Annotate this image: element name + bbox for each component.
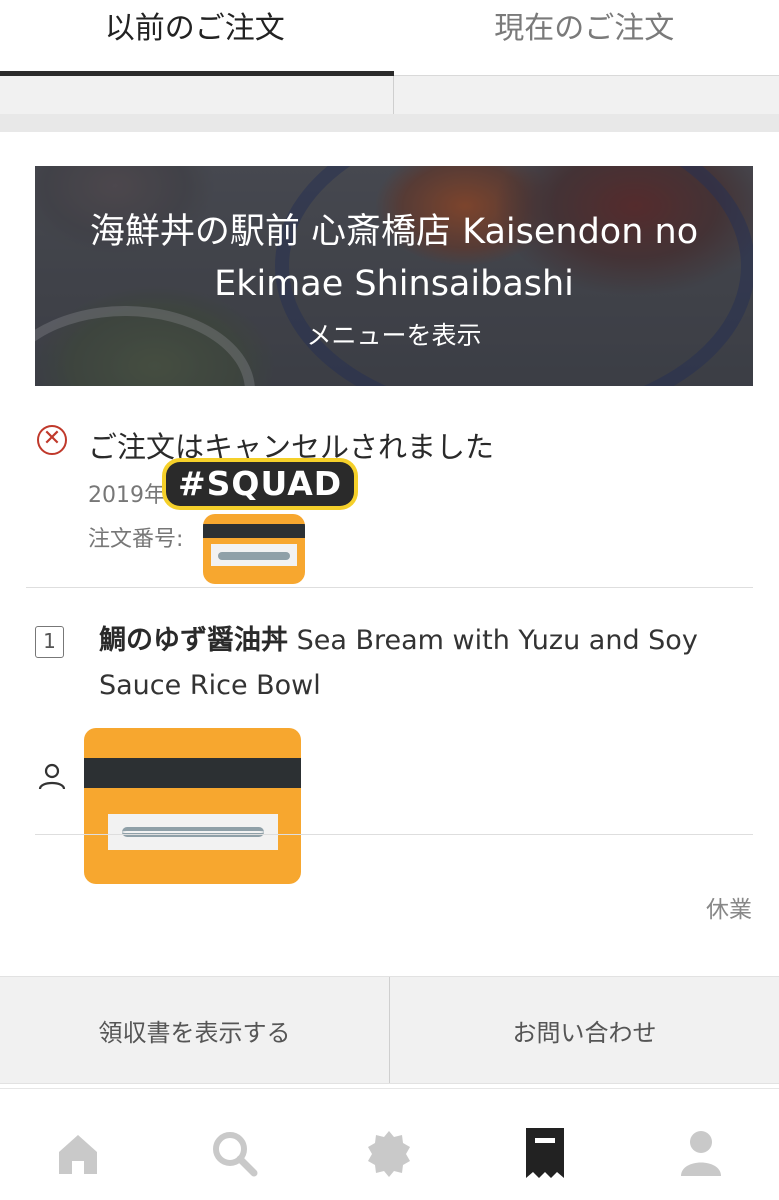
order-date: 2019年 [88,483,166,508]
section-divider [35,834,753,835]
cancelled-icon: ✕ [37,425,67,455]
order-actions: 領収書を表示する お問い合わせ [0,976,779,1084]
squad-sticker: #SQUAD [166,462,355,506]
credit-card-sticker-large [84,728,301,884]
home-icon [58,1134,97,1174]
item-quantity: 1 [35,626,64,658]
restaurant-banner[interactable]: 海鮮丼の駅前 心斎橋店 Kaisendon no Ekimae Shinsaib… [35,166,753,386]
order-card: 海鮮丼の駅前 心斎橋店 Kaisendon no Ekimae Shinsaib… [0,132,779,976]
tab-current-orders[interactable]: 現在のご注文 [390,0,779,76]
bottom-nav [0,1088,779,1200]
nav-orders[interactable] [467,1089,623,1200]
item-name-jp: 鯛のゆず醤油丼 [99,625,288,656]
nav-search[interactable] [156,1089,312,1200]
badge-icon [368,1130,411,1177]
view-receipt-button[interactable]: 領収書を表示する [0,977,389,1083]
closed-status: 休業 [706,897,752,923]
contact-button[interactable]: お問い合わせ [390,977,779,1083]
view-menu-link[interactable]: メニューを表示 [35,316,753,352]
band-divider [393,76,394,114]
search-icon [212,1131,258,1176]
nav-account[interactable] [623,1089,779,1200]
header-band [0,76,779,114]
credit-card-sticker-small [203,514,305,584]
item-name: 鯛のゆず醤油丼 Sea Bream with Yuzu and Soy Sauc… [99,618,749,708]
nav-offers[interactable] [312,1089,468,1200]
restaurant-name: 海鮮丼の駅前 心斎橋店 Kaisendon no Ekimae Shinsaib… [89,212,699,304]
section-divider [26,587,753,588]
section-gap [0,114,779,132]
receipt-icon [526,1127,565,1178]
person-icon [38,763,66,790]
tab-past-orders[interactable]: 以前のご注文 [0,0,390,76]
account-icon [681,1130,722,1176]
order-status: ご注文はキャンセルされました [88,430,495,464]
nav-home[interactable] [0,1089,156,1200]
order-tabs: 以前のご注文 現在のご注文 [0,0,779,76]
order-number-label: 注文番号: [88,527,184,552]
